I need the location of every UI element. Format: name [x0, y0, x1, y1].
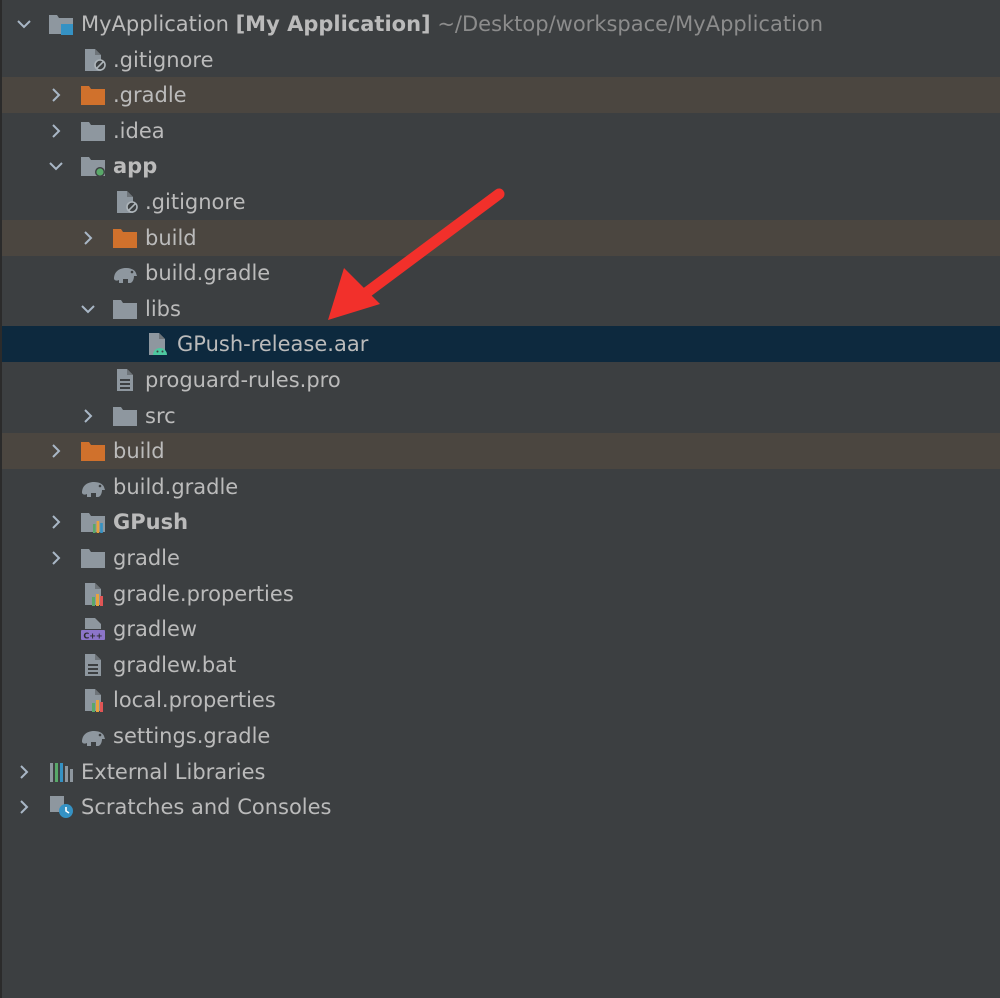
tree-row-scratches-and-consoles[interactable]: Scratches and Consoles — [2, 789, 1000, 825]
gradle-elephant-icon — [82, 731, 105, 746]
tree-row-label: proguard-rules.pro — [145, 368, 341, 392]
text-file-icon — [85, 653, 101, 676]
tree-row-idea[interactable]: .idea — [2, 113, 1000, 149]
tree-row-proguard-rules-pro[interactable]: proguard-rules.pro — [2, 362, 1000, 398]
tree-row-build-gradle[interactable]: build.gradle — [2, 469, 1000, 505]
tree-row-gitignore[interactable]: .gitignore — [2, 42, 1000, 78]
chevron-right-icon[interactable] — [80, 230, 96, 246]
chevron-right-icon[interactable] — [48, 443, 64, 459]
tree-row-src[interactable]: src — [2, 398, 1000, 434]
chevron-right-icon[interactable] — [80, 408, 96, 424]
tree-row-gradlew-bat[interactable]: gradlew.bat — [2, 647, 1000, 683]
tree-row-build-gradle[interactable]: build.gradle — [2, 255, 1000, 291]
chevron-right-icon[interactable] — [48, 87, 64, 103]
folder-icon — [113, 299, 137, 319]
chevron-right-icon[interactable] — [16, 764, 32, 780]
gradle-elephant-icon — [114, 268, 137, 284]
libraries-icon — [50, 762, 73, 782]
shell-script-icon: C++ — [81, 618, 105, 641]
tree-row-gradle[interactable]: .gradle — [2, 77, 1000, 114]
chevron-down-icon[interactable] — [80, 301, 96, 317]
tree-row-label: gradle — [113, 546, 180, 570]
folder-icon — [81, 121, 105, 141]
android-archive-icon — [149, 333, 167, 356]
tree-row-label: GPush — [113, 510, 189, 535]
chevron-right-icon[interactable] — [48, 123, 64, 139]
excluded-folder-icon — [81, 86, 105, 106]
tree-row-label: .gradle — [113, 83, 187, 108]
tree-row-label: build — [145, 225, 197, 250]
project-module-name: [My Application] — [235, 12, 431, 36]
project-folder-icon — [49, 15, 73, 35]
excluded-folder-icon — [81, 442, 105, 462]
tree-row-build[interactable]: build — [2, 433, 1000, 470]
project-name: MyApplication — [81, 12, 229, 36]
tree-row-external-libraries[interactable]: External Libraries — [2, 754, 1000, 790]
tree-row-label: .gitignore — [145, 190, 246, 214]
tree-row-gradlew[interactable]: C++ gradlew — [2, 611, 1000, 647]
chevron-right-icon[interactable] — [16, 799, 32, 815]
tree-row-project-root[interactable]: MyApplication [My Application] ~/Desktop… — [2, 6, 1000, 42]
scratches-icon — [50, 796, 73, 819]
tree-row-settings-gradle[interactable]: settings.gradle — [2, 718, 1000, 754]
chevron-down-icon[interactable] — [48, 158, 64, 174]
project-root-label: MyApplication [My Application] ~/Desktop… — [81, 6, 823, 42]
tree-row-label: Scratches and Consoles — [81, 795, 332, 820]
properties-file-icon — [85, 689, 103, 713]
tree-row-label: gradlew — [113, 617, 198, 642]
folder-icon — [113, 406, 137, 426]
ignore-file-icon — [85, 48, 106, 71]
gradle-elephant-icon — [82, 481, 105, 497]
properties-file-icon — [85, 582, 103, 606]
chevron-right-icon[interactable] — [48, 550, 64, 566]
tree-row-label: src — [145, 403, 176, 428]
tree-row-gpush-release-aar[interactable]: GPush-release.aar — [2, 326, 1000, 363]
tree-row-libs[interactable]: libs — [2, 291, 1000, 327]
ignore-file-icon — [117, 191, 138, 213]
tree-row-label: gradle.properties — [113, 581, 294, 606]
tree-row-label: gradlew.bat — [113, 652, 237, 677]
tree-row-label: GPush-release.aar — [177, 332, 369, 357]
tree-row-label: .gitignore — [113, 47, 214, 72]
module-folder-icon — [81, 157, 105, 178]
tree-row-local-properties[interactable]: local.properties — [2, 682, 1000, 718]
project-path: ~/Desktop/workspace/MyApplication — [437, 12, 824, 36]
tree-row-label: .idea — [113, 118, 165, 143]
tree-row-label: build — [113, 439, 165, 464]
svg-text:C++: C++ — [83, 632, 102, 641]
tree-row-label: settings.gradle — [113, 724, 271, 748]
text-file-icon — [117, 369, 133, 391]
tree-row-label: build.gradle — [113, 474, 239, 499]
tree-row-app[interactable]: app — [2, 148, 1000, 184]
tree-row-gradle-properties[interactable]: gradle.properties — [2, 576, 1000, 612]
project-tree: MyApplication [My Application] ~/Desktop… — [0, 0, 1000, 998]
tree-row-label: External Libraries — [81, 759, 266, 784]
chevron-down-icon[interactable] — [16, 16, 32, 32]
tree-row-label: local.properties — [113, 688, 276, 713]
chevron-right-icon[interactable] — [48, 514, 64, 530]
tree-row-gradle[interactable]: gradle — [2, 540, 1000, 576]
tree-row-gpush[interactable]: GPush — [2, 504, 1000, 540]
tree-row-label: build.gradle — [145, 261, 271, 286]
module-bars-folder-icon — [81, 513, 105, 534]
excluded-folder-icon — [113, 228, 137, 248]
tree-row-label: app — [113, 154, 158, 179]
tree-row-build[interactable]: build — [2, 219, 1000, 256]
tree-row-gitignore[interactable]: .gitignore — [2, 184, 1000, 220]
folder-icon — [81, 549, 105, 568]
tree-row-label: libs — [145, 296, 181, 321]
